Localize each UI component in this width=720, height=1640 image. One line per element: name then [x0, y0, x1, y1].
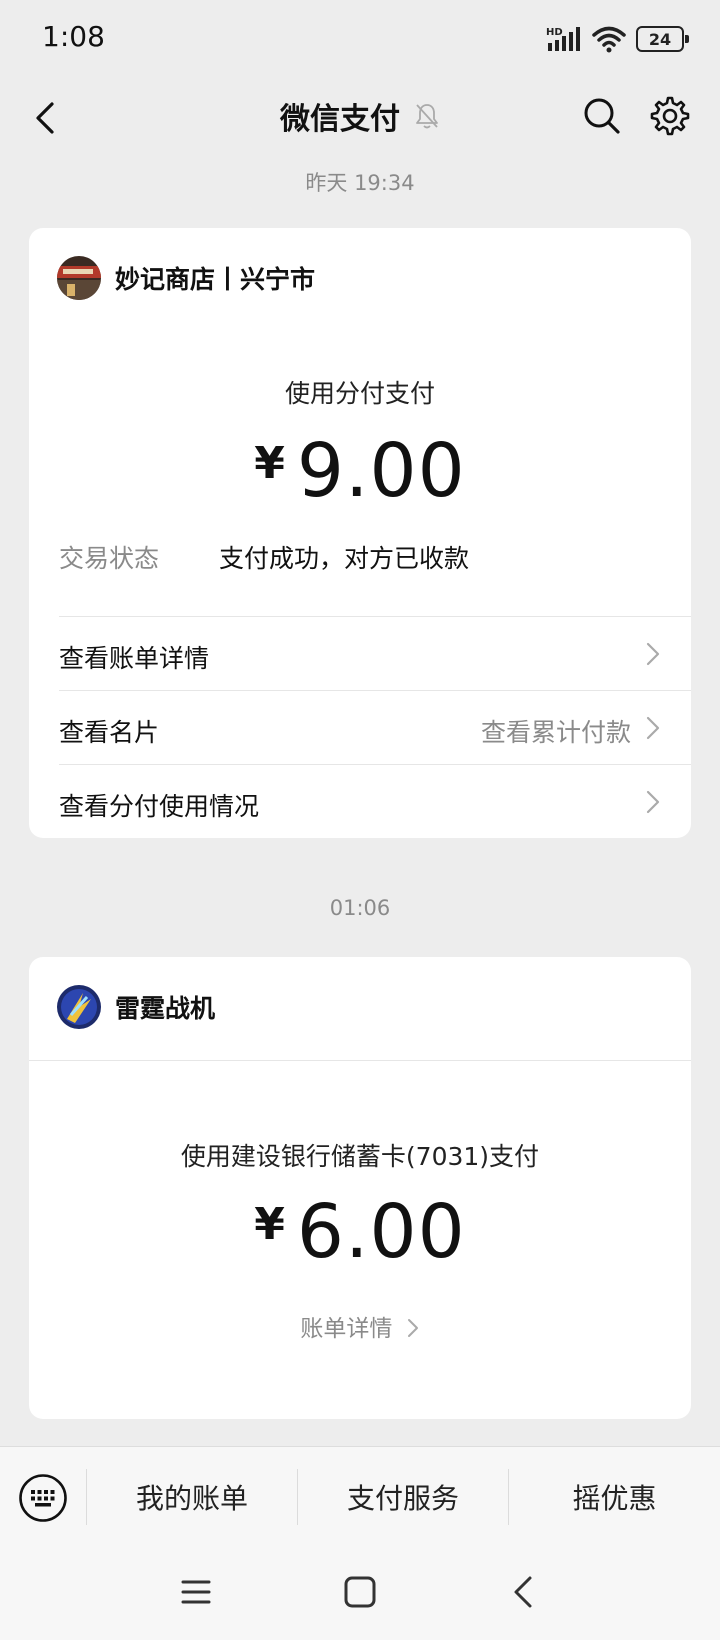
- row-business-card[interactable]: 查看名片 查看累计付款: [59, 690, 691, 764]
- battery-icon: 24: [636, 26, 689, 52]
- merchant-avatar: [57, 985, 101, 1029]
- menu-icon[interactable]: [174, 1570, 218, 1614]
- system-navigation-bar: [0, 1546, 720, 1640]
- row-fenfu-usage[interactable]: 查看分付使用情况: [59, 764, 691, 838]
- chevron-right-icon: [407, 1319, 418, 1337]
- wifi-icon: [592, 26, 626, 53]
- merchant-header[interactable]: 雷霆战机: [57, 985, 215, 1029]
- payment-card[interactable]: 妙记商店丨兴宁市 使用分付支付 ¥9.00 交易状态 支付成功，对方已收款 查看…: [29, 228, 691, 838]
- system-back-icon[interactable]: [502, 1570, 546, 1614]
- row-extra: 查看累计付款: [480, 718, 631, 747]
- merchant-avatar: [57, 256, 101, 300]
- currency-symbol: ¥: [254, 1199, 285, 1250]
- row-label: 查看名片: [59, 718, 160, 747]
- network-type: HD: [546, 27, 563, 38]
- payment-card[interactable]: 雷霆战机 使用建设银行储蓄卡(7031)支付 ¥6.00 账单详情: [29, 957, 691, 1419]
- keyboard-icon[interactable]: [18, 1473, 68, 1523]
- amount-value: 9.00: [296, 428, 466, 514]
- card-divider: [29, 1060, 691, 1061]
- bill-details-label: 账单详情: [300, 1316, 393, 1342]
- status-bar: 1:08 HD 24: [0, 0, 720, 78]
- row-bill-details[interactable]: 查看账单详情: [59, 616, 691, 690]
- search-icon[interactable]: [578, 92, 626, 140]
- status-icons: HD 24: [546, 22, 689, 56]
- status-value: 支付成功，对方已收款: [219, 544, 470, 573]
- merchant-header[interactable]: 妙记商店丨兴宁市: [57, 256, 315, 300]
- chevron-right-icon: [646, 716, 660, 740]
- status-time: 1:08: [42, 20, 105, 53]
- bell-muted-icon: [416, 104, 438, 129]
- status-label: 交易状态: [59, 544, 160, 573]
- chevron-right-icon: [646, 790, 660, 814]
- currency-symbol: ¥: [254, 438, 285, 489]
- home-icon[interactable]: [338, 1570, 382, 1614]
- merchant-name: 妙记商店丨兴宁市: [115, 265, 316, 294]
- message-timestamp: 01:06: [329, 896, 391, 920]
- payment-method: 使用分付支付: [284, 379, 435, 408]
- page-title: 微信支付: [280, 102, 400, 137]
- row-label: 查看账单详情: [59, 644, 210, 673]
- chevron-right-icon: [646, 642, 660, 666]
- payment-amount: ¥9.00: [29, 428, 691, 514]
- menu-my-bills[interactable]: 我的账单: [87, 1447, 297, 1547]
- payment-amount: ¥6.00: [29, 1189, 691, 1275]
- battery-level: 24: [648, 29, 672, 49]
- signal-icon: HD: [546, 27, 580, 51]
- amount-value: 6.00: [296, 1189, 466, 1275]
- menu-payment-services[interactable]: 支付服务: [298, 1447, 508, 1547]
- payment-method: 使用建设银行储蓄卡(7031)支付: [180, 1142, 540, 1171]
- merchant-name: 雷霆战机: [115, 994, 216, 1023]
- nav-bar: 微信支付: [0, 78, 720, 160]
- row-label: 查看分付使用情况: [59, 792, 260, 821]
- bill-details-link[interactable]: 账单详情: [29, 1309, 691, 1343]
- message-timestamp: 昨天 19:34: [305, 171, 415, 195]
- gear-icon[interactable]: [646, 92, 694, 140]
- bottom-menu: 我的账单 支付服务 摇优惠: [0, 1446, 720, 1546]
- menu-shake-offers[interactable]: 摇优惠: [509, 1447, 720, 1547]
